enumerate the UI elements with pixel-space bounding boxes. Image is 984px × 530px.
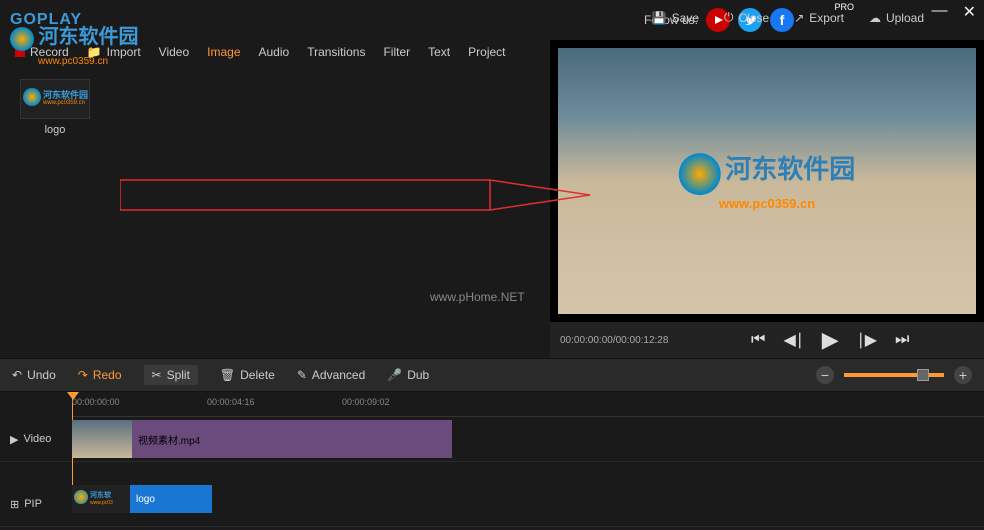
preview-viewport[interactable]: 河东软件园 www.pc0359.cn [558,48,976,314]
export-button[interactable]: ↗Export [794,10,844,25]
ruler-tick: 00:00:00:00 [72,397,120,407]
upload-button[interactable]: ☁Upload [869,10,924,25]
undo-button[interactable]: ↶Undo [12,368,56,382]
minimize-icon[interactable]: — [932,2,948,22]
step-back-button[interactable]: ◀∣ [783,330,803,350]
zoom-out-button[interactable]: − [816,366,834,384]
pip-clip-label: logo [130,494,155,505]
redo-button[interactable]: ↷Redo [78,368,122,382]
tab-image[interactable]: Image [207,45,240,59]
phome-watermark: www.pHome.NET [430,290,525,304]
main-row: Record 📁Import Video Image Audio Transit… [0,40,984,358]
wand-icon: ✎ [297,368,307,382]
skip-end-button[interactable]: ⏭ [895,331,909,349]
timeline: 00:00:00:00 00:00:04:16 00:00:09:02 ▶Vid… [0,392,984,530]
pip-track-icon: ⊞ [10,498,19,511]
tab-project[interactable]: Project [468,45,505,59]
pip-clip[interactable]: 河东软 www.pc03 logo [72,485,212,513]
save-icon: 💾 [652,11,667,25]
preview-overlay-logo: 河东软件园 www.pc0359.cn [679,149,855,213]
save-button[interactable]: 💾Save [652,10,699,25]
zoom-slider[interactable] [844,373,944,377]
track-label-video: ▶Video [0,433,72,446]
ruler-tick: 00:00:09:02 [342,397,390,407]
delete-button[interactable]: 🗑Delete [220,368,275,382]
redo-icon: ↷ [78,368,88,382]
overlay-logo-icon [679,153,721,195]
export-icon: ↗ [794,11,804,25]
title-bar: GOPLAY PRO — ✕ Follow us: f 💾Save ⏻Close… [0,0,984,40]
video-track-icon: ▶ [10,433,18,446]
app-logo: GOPLAY [10,11,82,29]
trash-icon: 🗑 [220,368,235,382]
pip-thumb-url: www.pc03 [90,500,113,506]
mic-icon: 🎤 [387,368,402,382]
scissors-icon: ✂ [152,368,162,382]
skip-start-button[interactable]: ⏮ [751,331,765,349]
tab-video[interactable]: Video [159,45,189,59]
close-button[interactable]: ⏻Close [724,10,769,25]
split-button[interactable]: ✂Split [144,365,198,385]
tab-import[interactable]: 📁Import [87,45,141,59]
logout-icon: ⏻ [724,10,734,25]
undo-icon: ↶ [12,368,22,382]
dub-button[interactable]: 🎤Dub [387,368,429,382]
playback-time: 00:00:00:00/00:00:12:28 [560,335,668,346]
tab-record[interactable]: Record [15,45,69,59]
zoom-controls: − + [816,366,972,384]
clip-thumbnail [72,420,132,458]
step-forward-button[interactable]: ∣▶ [857,330,877,350]
timeline-toolbar: ↶Undo ↷Redo ✂Split 🗑Delete ✎Advanced 🎤Du… [0,358,984,392]
thumb-logo-icon [23,88,41,106]
zoom-in-button[interactable]: + [954,366,972,384]
tab-audio[interactable]: Audio [259,45,290,59]
media-panel: Record 📁Import Video Image Audio Transit… [0,40,550,358]
top-actions: 💾Save ⏻Close ↗Export ☁Upload [652,10,924,25]
timeline-ruler[interactable]: 00:00:00:00 00:00:04:16 00:00:09:02 [72,392,984,417]
close-icon[interactable]: ✕ [963,2,976,22]
track-content-video[interactable]: 视频素材.mp4 [72,417,984,461]
clip-label: 视频素材.mp4 [132,432,200,447]
track-label-pip: ⊞PIP [0,498,72,511]
asset-item-logo[interactable]: 河东软件园 www.pc0359.cn logo [15,79,95,136]
video-clip[interactable]: 视频素材.mp4 [72,420,452,458]
asset-thumbnail: 河东软件园 www.pc0359.cn [20,79,90,119]
asset-grid: 河东软件园 www.pc0359.cn logo [0,64,550,151]
tab-text[interactable]: Text [428,45,450,59]
asset-label: logo [15,124,95,136]
preview-panel: 河东软件园 www.pc0359.cn 00:00:00:00/00:00:12… [550,40,984,358]
record-icon [15,47,25,57]
pip-clip-thumb: 河东软 www.pc03 [72,485,130,513]
upload-icon: ☁ [869,11,881,25]
advanced-button[interactable]: ✎Advanced [297,368,365,382]
track-content-pip[interactable]: 河东软 www.pc03 logo [72,482,984,526]
ruler-tick: 00:00:04:16 [207,397,255,407]
playback-controls: 00:00:00:00/00:00:12:28 ⏮ ◀∣ ▶ ∣▶ ⏭ [550,322,984,358]
play-button[interactable]: ▶ [822,327,839,353]
pip-thumb-icon [74,490,88,504]
tab-filter[interactable]: Filter [383,45,410,59]
import-icon: 📁 [87,45,102,59]
zoom-handle[interactable] [917,369,929,381]
media-tabs: Record 📁Import Video Image Audio Transit… [0,40,550,64]
track-video: ▶Video 视频素材.mp4 [0,417,984,462]
track-pip: ⊞PIP 河东软 www.pc03 logo [0,482,984,527]
tab-transitions[interactable]: Transitions [307,45,365,59]
window-controls: — ✕ [932,2,976,22]
pip-thumb-text: 河东软 [90,490,111,500]
annotation-arrow [120,170,600,230]
